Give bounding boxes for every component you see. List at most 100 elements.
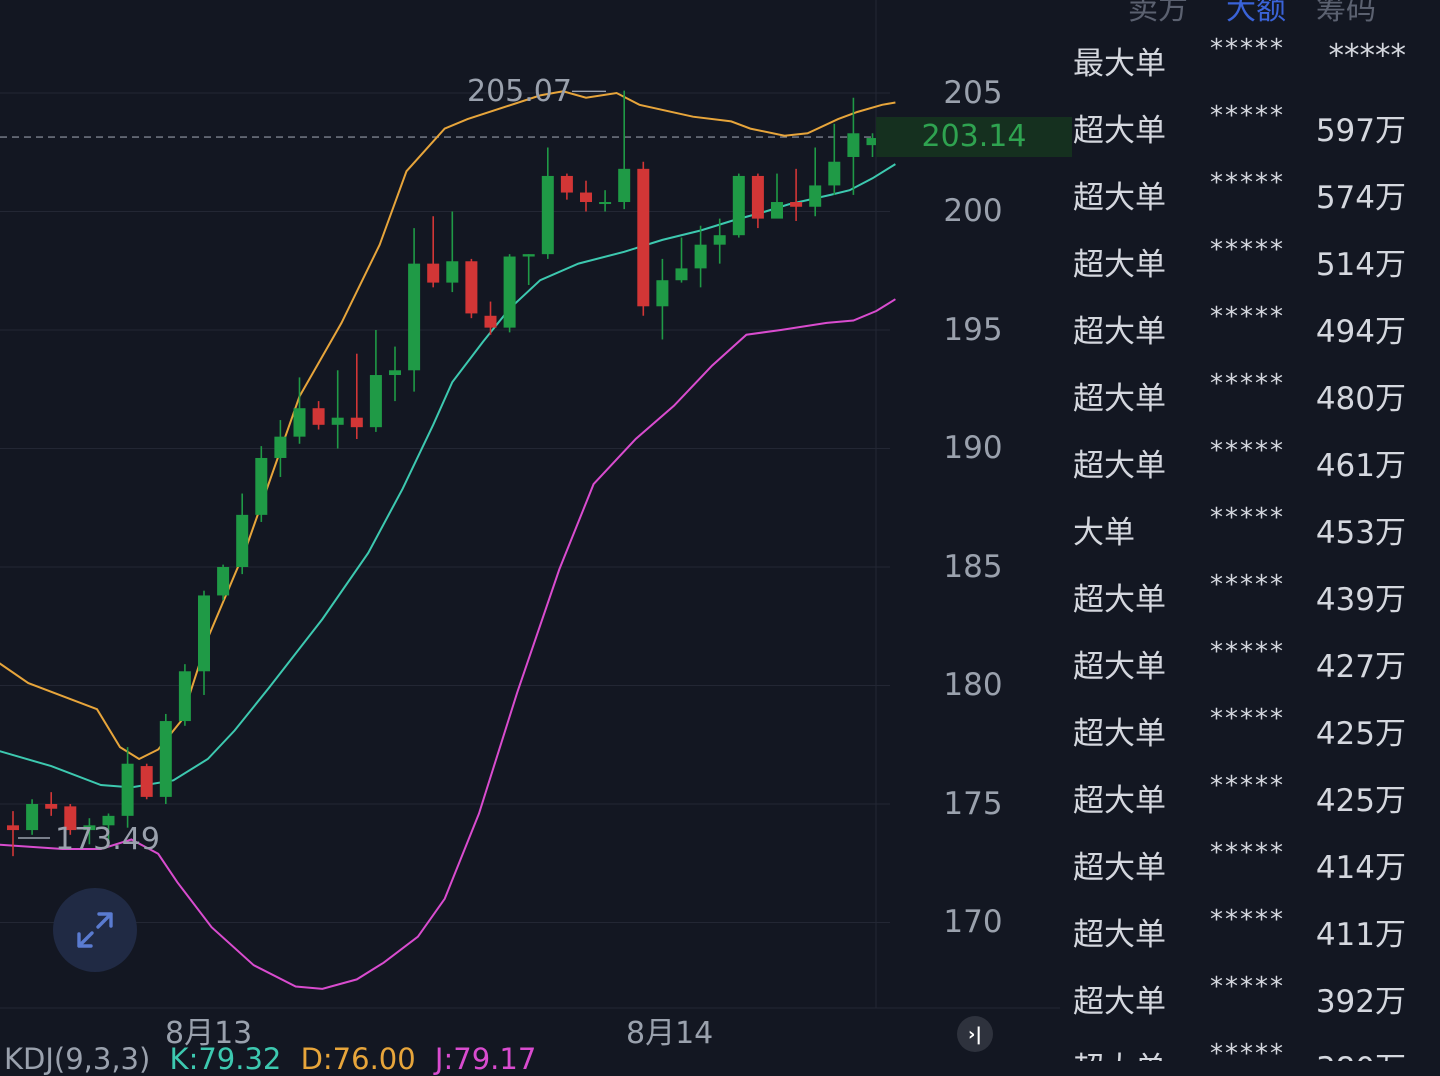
candle-body xyxy=(427,263,440,283)
masked-value: ***** xyxy=(1210,436,1285,466)
candle-body xyxy=(580,192,592,203)
candlestick-chart[interactable] xyxy=(0,0,1060,1061)
large-order-panel: 卖方 大额 筹码 最大单 ***** ***** 超大单 ***** 597万 超大单 ***… xyxy=(1060,0,1440,1061)
order-row: 超大单 ***** 461万 xyxy=(1060,436,1440,484)
order-type-label: 超大单 xyxy=(1073,649,1166,685)
candle-body xyxy=(408,263,421,371)
x-axis-label: 8月14 xyxy=(626,1016,714,1051)
candle-body xyxy=(274,436,287,458)
candlestick-chart-panel[interactable]: 205 200 195 190 185 180 175 170 203.14 2… xyxy=(0,0,1072,1076)
order-type-label: 超大单 xyxy=(1073,984,1166,1020)
order-row: 超大单 ***** 425万 xyxy=(1060,704,1440,752)
order-type-label: 超大单 xyxy=(1073,448,1166,484)
masked-value: ***** xyxy=(1210,637,1285,667)
order-type-label: 超大单 xyxy=(1073,716,1166,752)
y-axis-label: 200 xyxy=(943,193,1003,229)
y-axis-label: 205 xyxy=(943,75,1003,111)
candle-body xyxy=(331,417,344,425)
candle-body xyxy=(293,408,306,437)
order-amount: 574万 xyxy=(1315,180,1406,216)
order-row: 超大单 ***** 597万 xyxy=(1060,101,1440,149)
candle-body xyxy=(465,261,478,314)
order-row: 最大单 ***** ***** xyxy=(1060,34,1440,82)
order-amount: 427万 xyxy=(1315,649,1406,685)
candle-body xyxy=(217,567,230,596)
masked-value: ***** xyxy=(1210,704,1285,734)
masked-value: ***** xyxy=(1210,1039,1285,1061)
candle-body xyxy=(159,721,172,797)
candle-body xyxy=(847,133,860,157)
candle-body xyxy=(713,235,726,245)
candle-body xyxy=(503,256,516,328)
masked-value: ***** xyxy=(1210,235,1285,265)
candle-body xyxy=(369,375,382,428)
order-amount: 380万 xyxy=(1316,1043,1406,1061)
y-axis-label: 180 xyxy=(943,667,1003,703)
order-row: 超大单 ***** 439万 xyxy=(1060,570,1440,618)
y-axis-label: 175 xyxy=(943,786,1003,822)
candle-body xyxy=(446,261,459,283)
y-axis-label: 195 xyxy=(943,312,1003,348)
order-amount: 392万 xyxy=(1315,984,1406,1020)
tab-chips[interactable]: 筹码 xyxy=(1316,0,1376,28)
kdj-indicator-strip: KDJ(9,3,3) K:79.32 D:76.00 J:79.17 xyxy=(4,1042,546,1076)
order-row: 超大单 ***** 414万 xyxy=(1060,838,1440,886)
candle-body xyxy=(312,408,325,425)
masked-value: ***** xyxy=(1210,838,1285,868)
candle-body xyxy=(732,175,745,236)
candle-body xyxy=(618,168,631,203)
middle-band-line xyxy=(0,163,896,789)
candle-body xyxy=(121,763,134,816)
order-type-label: 超大单 xyxy=(1073,1043,1166,1061)
skip-to-latest-icon: ›| xyxy=(968,1023,982,1045)
candle-body xyxy=(809,185,822,207)
masked-value: ***** xyxy=(1210,972,1285,1002)
order-row: 超大单 ***** 514万 xyxy=(1060,235,1440,283)
masked-value: ***** xyxy=(1210,771,1285,801)
masked-value: ***** xyxy=(1210,905,1285,935)
candle-body xyxy=(236,514,249,567)
candle-body xyxy=(790,202,803,207)
order-row: 超大单 ***** 427万 xyxy=(1060,637,1440,685)
indicator-k-value: K:79.32 xyxy=(169,1042,282,1076)
low-price-marker: 173.49 xyxy=(55,822,160,857)
order-amount: 439万 xyxy=(1315,582,1406,618)
order-row: 超大单 ***** 574万 xyxy=(1060,168,1440,216)
order-type-label: 超大单 xyxy=(1073,180,1166,216)
candle-body xyxy=(771,202,783,219)
order-amount: 414万 xyxy=(1315,850,1406,886)
order-amount: 480万 xyxy=(1315,381,1406,417)
order-type-label: 大单 xyxy=(1073,515,1135,551)
tab-large-orders[interactable]: 大额 xyxy=(1226,0,1286,28)
order-row: 超大单 ***** 425万 xyxy=(1060,771,1440,819)
expand-chart-button[interactable] xyxy=(53,888,137,972)
skip-to-latest-button[interactable]: ›| xyxy=(957,1016,993,1052)
masked-value: ***** xyxy=(1210,302,1285,332)
candle-body xyxy=(541,175,554,255)
order-type-label: 超大单 xyxy=(1073,850,1166,886)
masked-value: ***** xyxy=(1210,101,1285,131)
y-axis-label: 185 xyxy=(943,549,1003,585)
order-row: 超大单 ***** 411万 xyxy=(1060,905,1440,953)
order-type-label: 超大单 xyxy=(1073,113,1166,149)
indicator-name: KDJ(9,3,3) xyxy=(4,1042,151,1076)
y-axis-label: 170 xyxy=(943,904,1003,940)
candle-body xyxy=(560,175,573,193)
high-price-marker: 205.07 xyxy=(467,74,572,109)
candle-body xyxy=(599,202,612,205)
order-row: 超大单 ***** 380万 xyxy=(1060,1039,1440,1061)
order-amount: 514万 xyxy=(1315,247,1406,283)
masked-value: ***** xyxy=(1210,369,1285,399)
order-row: 超大单 ***** 494万 xyxy=(1060,302,1440,350)
candle-body xyxy=(140,766,153,797)
tab-sell[interactable]: 卖方 xyxy=(1128,0,1188,28)
masked-value: ***** xyxy=(1210,503,1285,533)
candle-body xyxy=(389,370,401,376)
candle-body xyxy=(26,804,39,831)
candle-body xyxy=(522,254,535,257)
candle-body xyxy=(178,671,191,722)
candle-body xyxy=(198,595,210,672)
masked-value: ***** xyxy=(1210,570,1285,600)
candle-body xyxy=(7,825,19,831)
indicator-j-value: J:79.17 xyxy=(434,1042,537,1076)
